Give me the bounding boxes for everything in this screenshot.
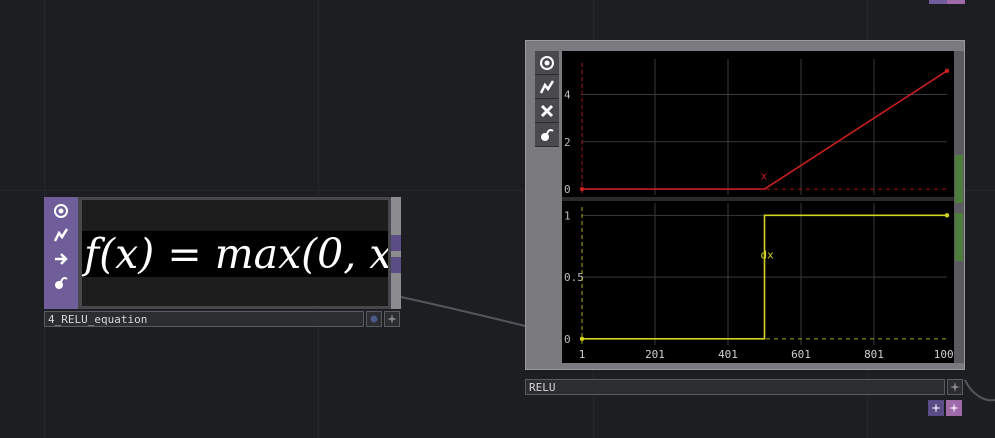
lock-icon[interactable] [535, 123, 559, 147]
series-name-label: dx [761, 249, 775, 262]
output-connector[interactable] [391, 235, 401, 251]
wire-relu-out [964, 379, 995, 402]
x-tick-label: 801 [864, 348, 884, 361]
output-connector[interactable] [391, 257, 401, 273]
arrow-icon[interactable] [50, 248, 72, 270]
y-tick-label: 0.5 [564, 271, 584, 284]
series-end-point [944, 68, 950, 74]
equation-node[interactable]: f(x) = max(0, x) [44, 197, 401, 309]
relu-node-right-strip [954, 51, 964, 363]
relu-node-sidebar [534, 51, 560, 359]
x-tick-label: 201 [645, 348, 665, 361]
equation-node-sidebar [44, 197, 78, 309]
viewer-icon[interactable] [535, 51, 559, 75]
y-tick-label: 2 [564, 136, 571, 149]
output-connector[interactable] [946, 400, 962, 416]
flag-icon[interactable] [50, 224, 72, 246]
series-end-point [944, 213, 950, 218]
partial-node-out-connector[interactable] [929, 0, 947, 4]
y-tick-label: 1 [564, 209, 571, 222]
close-icon[interactable] [535, 99, 559, 123]
equation-text: f(x) = max(0, x) [82, 231, 388, 277]
equation-node-right-strip [391, 197, 401, 309]
relu-node-label[interactable]: RELU [525, 379, 945, 395]
node-pin-button[interactable] [384, 311, 400, 327]
x-tick-label: 1001 [934, 348, 954, 361]
relu-chart: 0 2 4 x 0 0.5 1 dx 1 201 401 601 801 1001 [562, 59, 960, 361]
x-tick-label: 601 [791, 348, 811, 361]
x-tick-label: 1 [579, 348, 586, 361]
y-tick-label: 0 [564, 333, 571, 346]
y-tick-label: 0 [564, 183, 571, 196]
series-name-label: x [761, 170, 768, 183]
x-tick-label: 401 [718, 348, 738, 361]
viewer-icon[interactable] [50, 200, 72, 222]
output-connector[interactable] [955, 155, 963, 203]
node-pin-button[interactable] [947, 379, 963, 395]
panel-divider [562, 197, 954, 201]
series-start-point [579, 186, 585, 192]
lock-icon[interactable] [50, 272, 72, 294]
series-start-point [579, 336, 585, 342]
output-connector[interactable] [928, 400, 944, 416]
equation-viewer: f(x) = max(0, x) [82, 200, 388, 306]
equation-node-label[interactable]: 4_RELU_equation [44, 311, 364, 327]
output-connector[interactable] [955, 213, 963, 261]
node-flag-button[interactable] [366, 311, 382, 327]
partial-node-out-connector[interactable] [947, 0, 965, 4]
chart-viewer: 0 2 4 x 0 0.5 1 dx 1 201 401 601 801 1001 [562, 51, 960, 363]
flag-icon[interactable] [535, 75, 559, 99]
y-tick-label: 4 [564, 88, 571, 101]
relu-node[interactable]: 0 2 4 x 0 0.5 1 dx 1 201 401 601 801 1001 [525, 40, 965, 370]
